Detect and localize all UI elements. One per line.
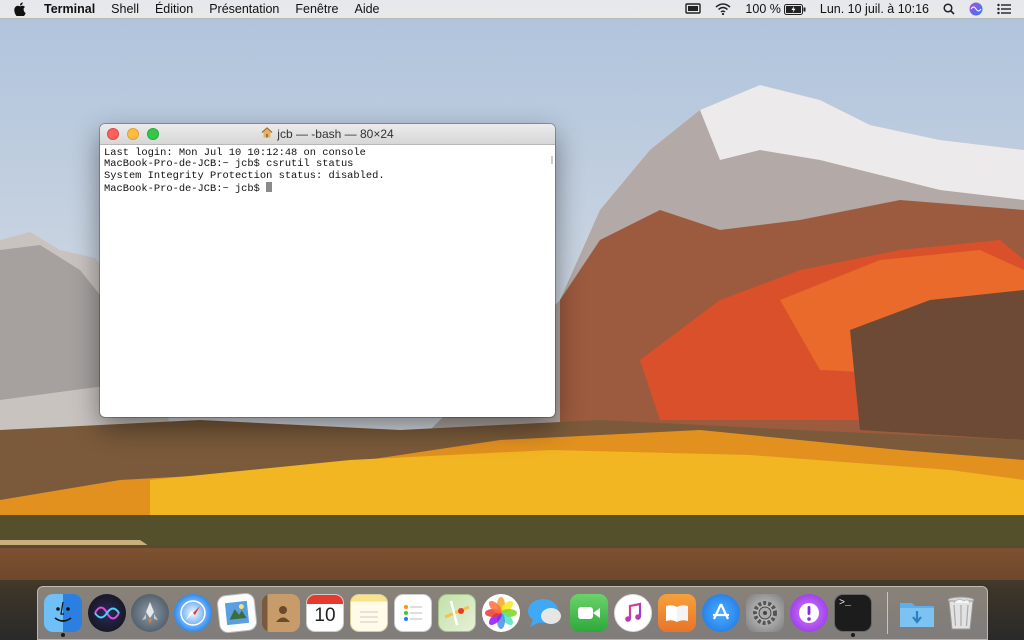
terminal-app-prompt: >_ — [839, 598, 852, 609]
messages-icon[interactable] — [526, 594, 564, 632]
facetime-icon[interactable] — [570, 594, 608, 632]
clock[interactable]: Lun. 10 juil. à 10:16 — [813, 0, 936, 18]
downloads-folder-icon[interactable] — [898, 594, 936, 632]
terminal-window[interactable]: jcb — -bash — 80×24 Last login: Mon Jul … — [100, 124, 555, 417]
apple-logo-icon[interactable] — [0, 0, 40, 18]
wifi-icon[interactable] — [708, 3, 738, 15]
reminders-icon[interactable] — [394, 594, 432, 632]
minimize-button[interactable] — [127, 128, 139, 140]
dock-separator — [887, 592, 888, 634]
terminal-line: System Integrity Protection status: disa… — [104, 169, 385, 182]
calendar-day: 10 — [314, 605, 336, 626]
siri-icon[interactable] — [88, 594, 126, 632]
calendar-header — [307, 595, 343, 604]
terminal-prompt-line[interactable]: MacBook-Pro-de-JCB:~ jcb$ — [104, 182, 551, 195]
contacts-icon[interactable] — [262, 594, 300, 632]
terminal-app-icon[interactable]: >_ — [834, 594, 872, 632]
terminal-prompt: MacBook-Pro-de-JCB:~ jcb$ — [104, 183, 267, 196]
terminal-output[interactable]: Last login: Mon Jul 10 10:12:48 on conso… — [100, 145, 555, 199]
menu-bar: Terminal Shell Édition Présentation Fenê… — [0, 0, 1024, 19]
preview-icon[interactable] — [216, 592, 258, 634]
battery-percent[interactable]: 100 % — [738, 0, 783, 18]
feedback-assistant-icon[interactable] — [790, 594, 828, 632]
itunes-icon[interactable] — [614, 594, 652, 632]
scrollbar[interactable] — [551, 156, 553, 164]
maps-icon[interactable] — [438, 594, 476, 632]
spotlight-search-icon[interactable] — [936, 3, 962, 15]
menu-aide[interactable]: Aide — [346, 0, 387, 18]
maximize-button[interactable] — [147, 128, 159, 140]
window-title: jcb — -bash — 80×24 — [277, 127, 394, 141]
menu-shell[interactable]: Shell — [103, 0, 147, 18]
notes-icon[interactable] — [350, 594, 388, 632]
close-button[interactable] — [107, 128, 119, 140]
siri-icon[interactable] — [962, 2, 990, 16]
finder-icon[interactable] — [44, 594, 82, 632]
calendar-icon[interactable]: 10 — [306, 594, 344, 632]
menu-presentation[interactable]: Présentation — [201, 0, 287, 18]
home-folder-icon — [261, 127, 273, 141]
menu-fenetre[interactable]: Fenêtre — [287, 0, 346, 18]
running-indicator — [61, 633, 65, 637]
battery-icon[interactable] — [783, 3, 813, 15]
running-indicator — [851, 633, 855, 637]
display-mirroring-icon[interactable] — [678, 3, 708, 15]
menu-app-name[interactable]: Terminal — [40, 0, 103, 18]
text-cursor — [266, 182, 273, 193]
menu-edition[interactable]: Édition — [147, 0, 201, 18]
system-preferences-icon[interactable] — [746, 594, 784, 632]
notification-center-icon[interactable] — [990, 3, 1018, 15]
safari-icon[interactable] — [174, 594, 212, 632]
trash-icon[interactable] — [942, 594, 980, 632]
ibooks-icon[interactable] — [658, 594, 696, 632]
app-store-icon[interactable] — [702, 594, 740, 632]
window-titlebar[interactable]: jcb — -bash — 80×24 — [100, 124, 555, 145]
photos-icon[interactable] — [482, 594, 520, 632]
launchpad-icon[interactable] — [131, 594, 169, 632]
